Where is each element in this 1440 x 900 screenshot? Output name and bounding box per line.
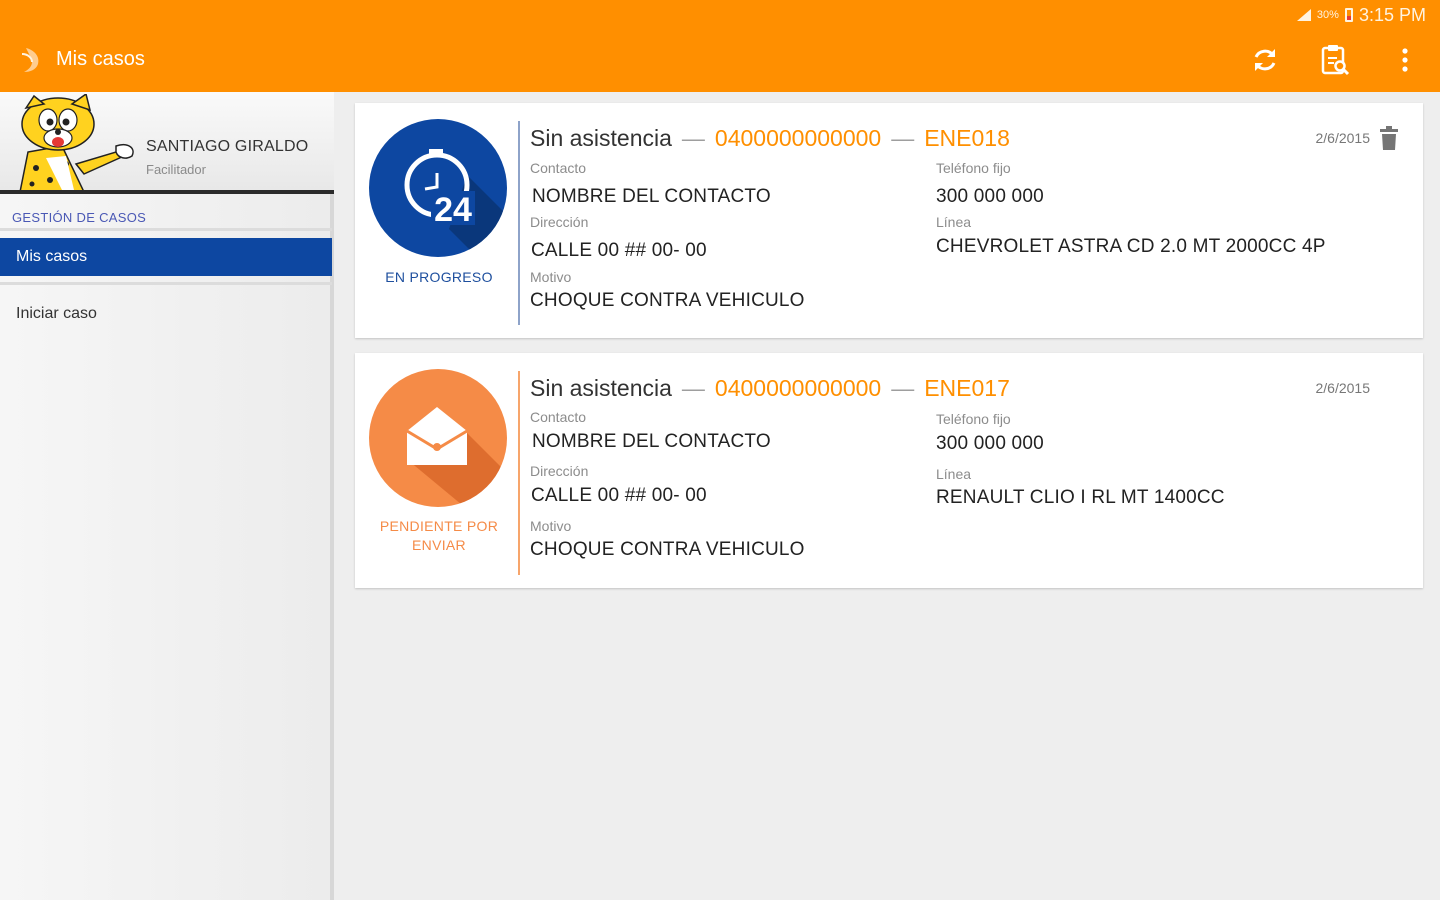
reason-value: CHOQUE CONTRA VEHICULO — [530, 290, 805, 311]
title-separator: — — [891, 375, 915, 401]
divider — [0, 282, 332, 285]
address-value: CALLE 00 ## 00- 00 — [531, 240, 707, 261]
case-type: Sin asistencia — [530, 125, 672, 151]
phone-label: Teléfono fijo — [936, 160, 1011, 176]
case-number: 0400000000000 — [714, 125, 882, 151]
section-label: GESTIÓN DE CASOS — [12, 210, 147, 225]
app-bar: 30% 3:15 PM Mis casos — [0, 0, 1440, 92]
status-divider — [518, 121, 520, 325]
clipboard-icon — [1321, 45, 1350, 76]
reason-label: Motivo — [530, 269, 572, 285]
case-code: ENE018 — [924, 125, 1010, 151]
case-date: 2/6/2015 — [1315, 380, 1371, 396]
nav-item-mis-casos[interactable]: Mis casos — [0, 238, 332, 276]
status-label: EN PROGRESO — [385, 269, 493, 285]
title-separator: — — [681, 375, 705, 401]
address-value: CALLE 00 ## 00- 00 — [531, 485, 707, 506]
case-code: ENE017 — [924, 375, 1010, 401]
reason-value: CHOQUE CONTRA VEHICULO — [530, 539, 805, 560]
address-label: Dirección — [530, 214, 589, 230]
battery-icon — [1344, 8, 1353, 22]
status-label: PENDIENTE POR ENVIAR — [379, 518, 499, 553]
phone-value: 300 000 000 — [936, 186, 1044, 207]
svg-text:24: 24 — [434, 191, 472, 229]
envelope-icon — [369, 369, 507, 507]
more-vert-icon — [1402, 48, 1408, 72]
user-name: SANTIAGO GIRALDO — [146, 138, 309, 155]
contact-label: Contacto — [530, 409, 587, 425]
title-separator: — — [891, 125, 915, 151]
line-value: CHEVROLET ASTRA CD 2.0 MT 2000CC 4P — [936, 236, 1326, 257]
phone-label: Teléfono fijo — [936, 411, 1011, 427]
status-divider — [518, 371, 520, 575]
status-bar: 30% 3:15 PM — [1296, 4, 1426, 26]
navigation-drawer: SANTIAGO GIRALDO Facilitador GESTIÓN DE … — [0, 92, 334, 900]
drawer-header: SANTIAGO GIRALDO Facilitador — [0, 92, 334, 194]
case-title: Sin asistencia — 0400000000000 — ENE017 — [530, 375, 1010, 402]
app-logo-icon[interactable] — [20, 46, 46, 74]
user-role: Facilitador — [146, 162, 206, 177]
case-type: Sin asistencia — [530, 375, 672, 401]
address-label: Dirección — [530, 463, 589, 479]
case-card[interactable]: PENDIENTE POR ENVIAR Sin asistencia — 0400… — [355, 353, 1423, 588]
refresh-button[interactable] — [1230, 40, 1300, 80]
clock-time: 3:15 PM — [1358, 4, 1426, 25]
line-label: Línea — [936, 466, 972, 482]
battery-percent: 30% — [1316, 9, 1339, 21]
case-card[interactable]: 24 EN PROGRESO Sin asistencia — 0400000000… — [355, 103, 1423, 338]
refresh-icon — [1254, 49, 1276, 71]
title-separator: — — [681, 125, 705, 151]
clock-24-icon: 24 — [369, 119, 507, 257]
divider — [0, 228, 332, 231]
contact-label: Contacto — [530, 160, 587, 176]
line-label: Línea — [936, 214, 972, 230]
case-number: 0400000000000 — [714, 375, 882, 401]
phone-value: 300 000 000 — [936, 433, 1044, 454]
contact-value: NOMBRE DEL CONTACTO — [532, 186, 771, 207]
line-value: RENAULT CLIO I RL MT 1400CC — [936, 487, 1225, 508]
more-options-button[interactable] — [1370, 40, 1440, 80]
case-title: Sin asistencia — 0400000000000 — ENE018 — [530, 125, 1010, 152]
case-date: 2/6/2015 — [1315, 130, 1371, 146]
contact-value: NOMBRE DEL CONTACTO — [532, 431, 771, 452]
delete-icon[interactable] — [1379, 125, 1399, 151]
new-case-button[interactable] — [1300, 40, 1370, 80]
app-title: Mis casos — [56, 48, 145, 70]
signal-icon — [1296, 9, 1311, 21]
reason-label: Motivo — [530, 518, 572, 534]
nav-item-iniciar-caso[interactable]: Iniciar caso — [0, 297, 332, 331]
cheetah-mascot-icon — [19, 94, 134, 190]
